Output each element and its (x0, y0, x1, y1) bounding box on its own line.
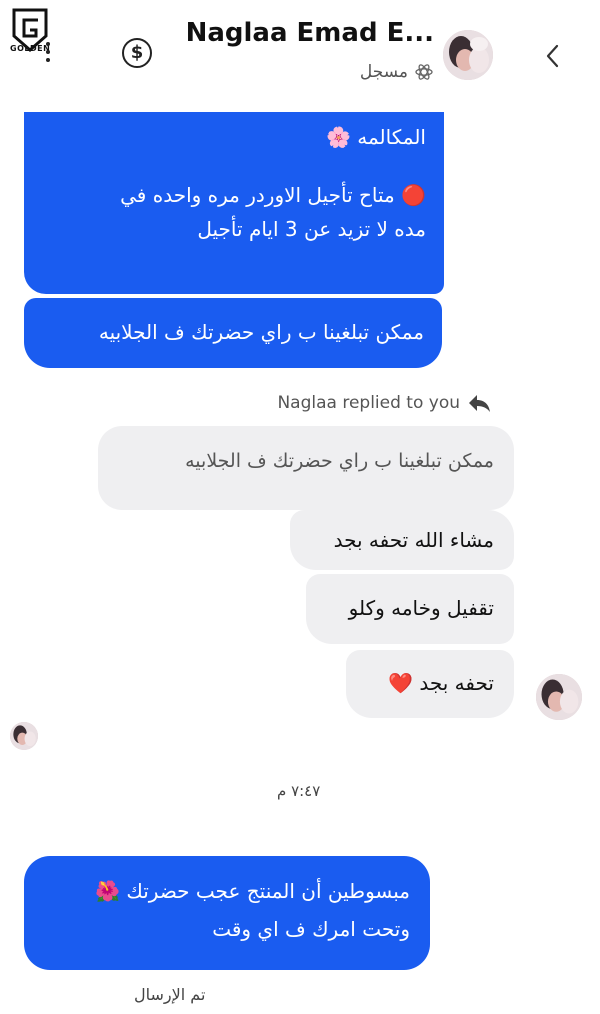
message-line: وتحت امرك ف اي وقت (212, 917, 410, 941)
reply-note: Naglaa replied to you (277, 392, 492, 414)
message-line: مبسوطين أن المنتج عجب حضرتك 🌺 (95, 879, 410, 903)
timestamp: ٧:٤٧ م (277, 782, 321, 800)
kebab-menu-icon[interactable] (46, 42, 52, 68)
message-text: مشاء الله تحفه بجد (333, 528, 494, 552)
message-text: ممكن تبلغينا ب راي حضرتك ف الجلابيه (98, 320, 424, 344)
incoming-message[interactable]: تقفيل وخامه وكلو (306, 574, 514, 644)
back-chevron-icon[interactable] (540, 38, 566, 74)
atom-icon (414, 62, 434, 82)
reply-arrow-icon (469, 395, 490, 412)
quoted-text: ممكن تبلغينا ب راي حضرتك ف الجلابيه (185, 450, 494, 472)
reply-note-text: Naglaa replied to you (277, 393, 460, 413)
contact-status: مسجل (360, 62, 434, 82)
logo-text: GOLDEN (10, 44, 51, 53)
incoming-message[interactable]: مشاء الله تحفه بجد (290, 510, 514, 570)
contact-name[interactable]: Naglaa Emad E... (186, 18, 434, 48)
outgoing-message[interactable]: مبسوطين أن المنتج عجب حضرتك 🌺 وتحت امرك … (24, 856, 430, 970)
message-text: تحفه بجد ❤️ (388, 671, 494, 695)
quoted-message[interactable]: ممكن تبلغينا ب راي حضرتك ف الجلابيه (98, 426, 514, 510)
incoming-message[interactable]: تحفه بجد ❤️ (346, 650, 514, 718)
message-line: 🔴 متاح تأجيل الاوردر مره واحده في (120, 183, 426, 207)
message-line: المكالمه 🌸 (326, 125, 426, 149)
outgoing-message[interactable]: ممكن تبلغينا ب راي حضرتك ف الجلابيه (24, 298, 442, 368)
sent-status: تم الإرسال (134, 985, 206, 1004)
outgoing-message[interactable]: المكالمه 🌸 🔴 متاح تأجيل الاوردر مره واحد… (24, 112, 444, 294)
message-line: مده لا تزيد عن 3 ايام تأجيل (197, 217, 426, 241)
dollar-icon[interactable]: $ (122, 38, 152, 68)
avatar[interactable] (536, 674, 582, 720)
message-text: تقفيل وخامه وكلو (348, 596, 494, 620)
avatar[interactable] (443, 30, 493, 80)
contact-status-text: مسجل (359, 62, 408, 82)
seen-avatar (10, 722, 38, 750)
